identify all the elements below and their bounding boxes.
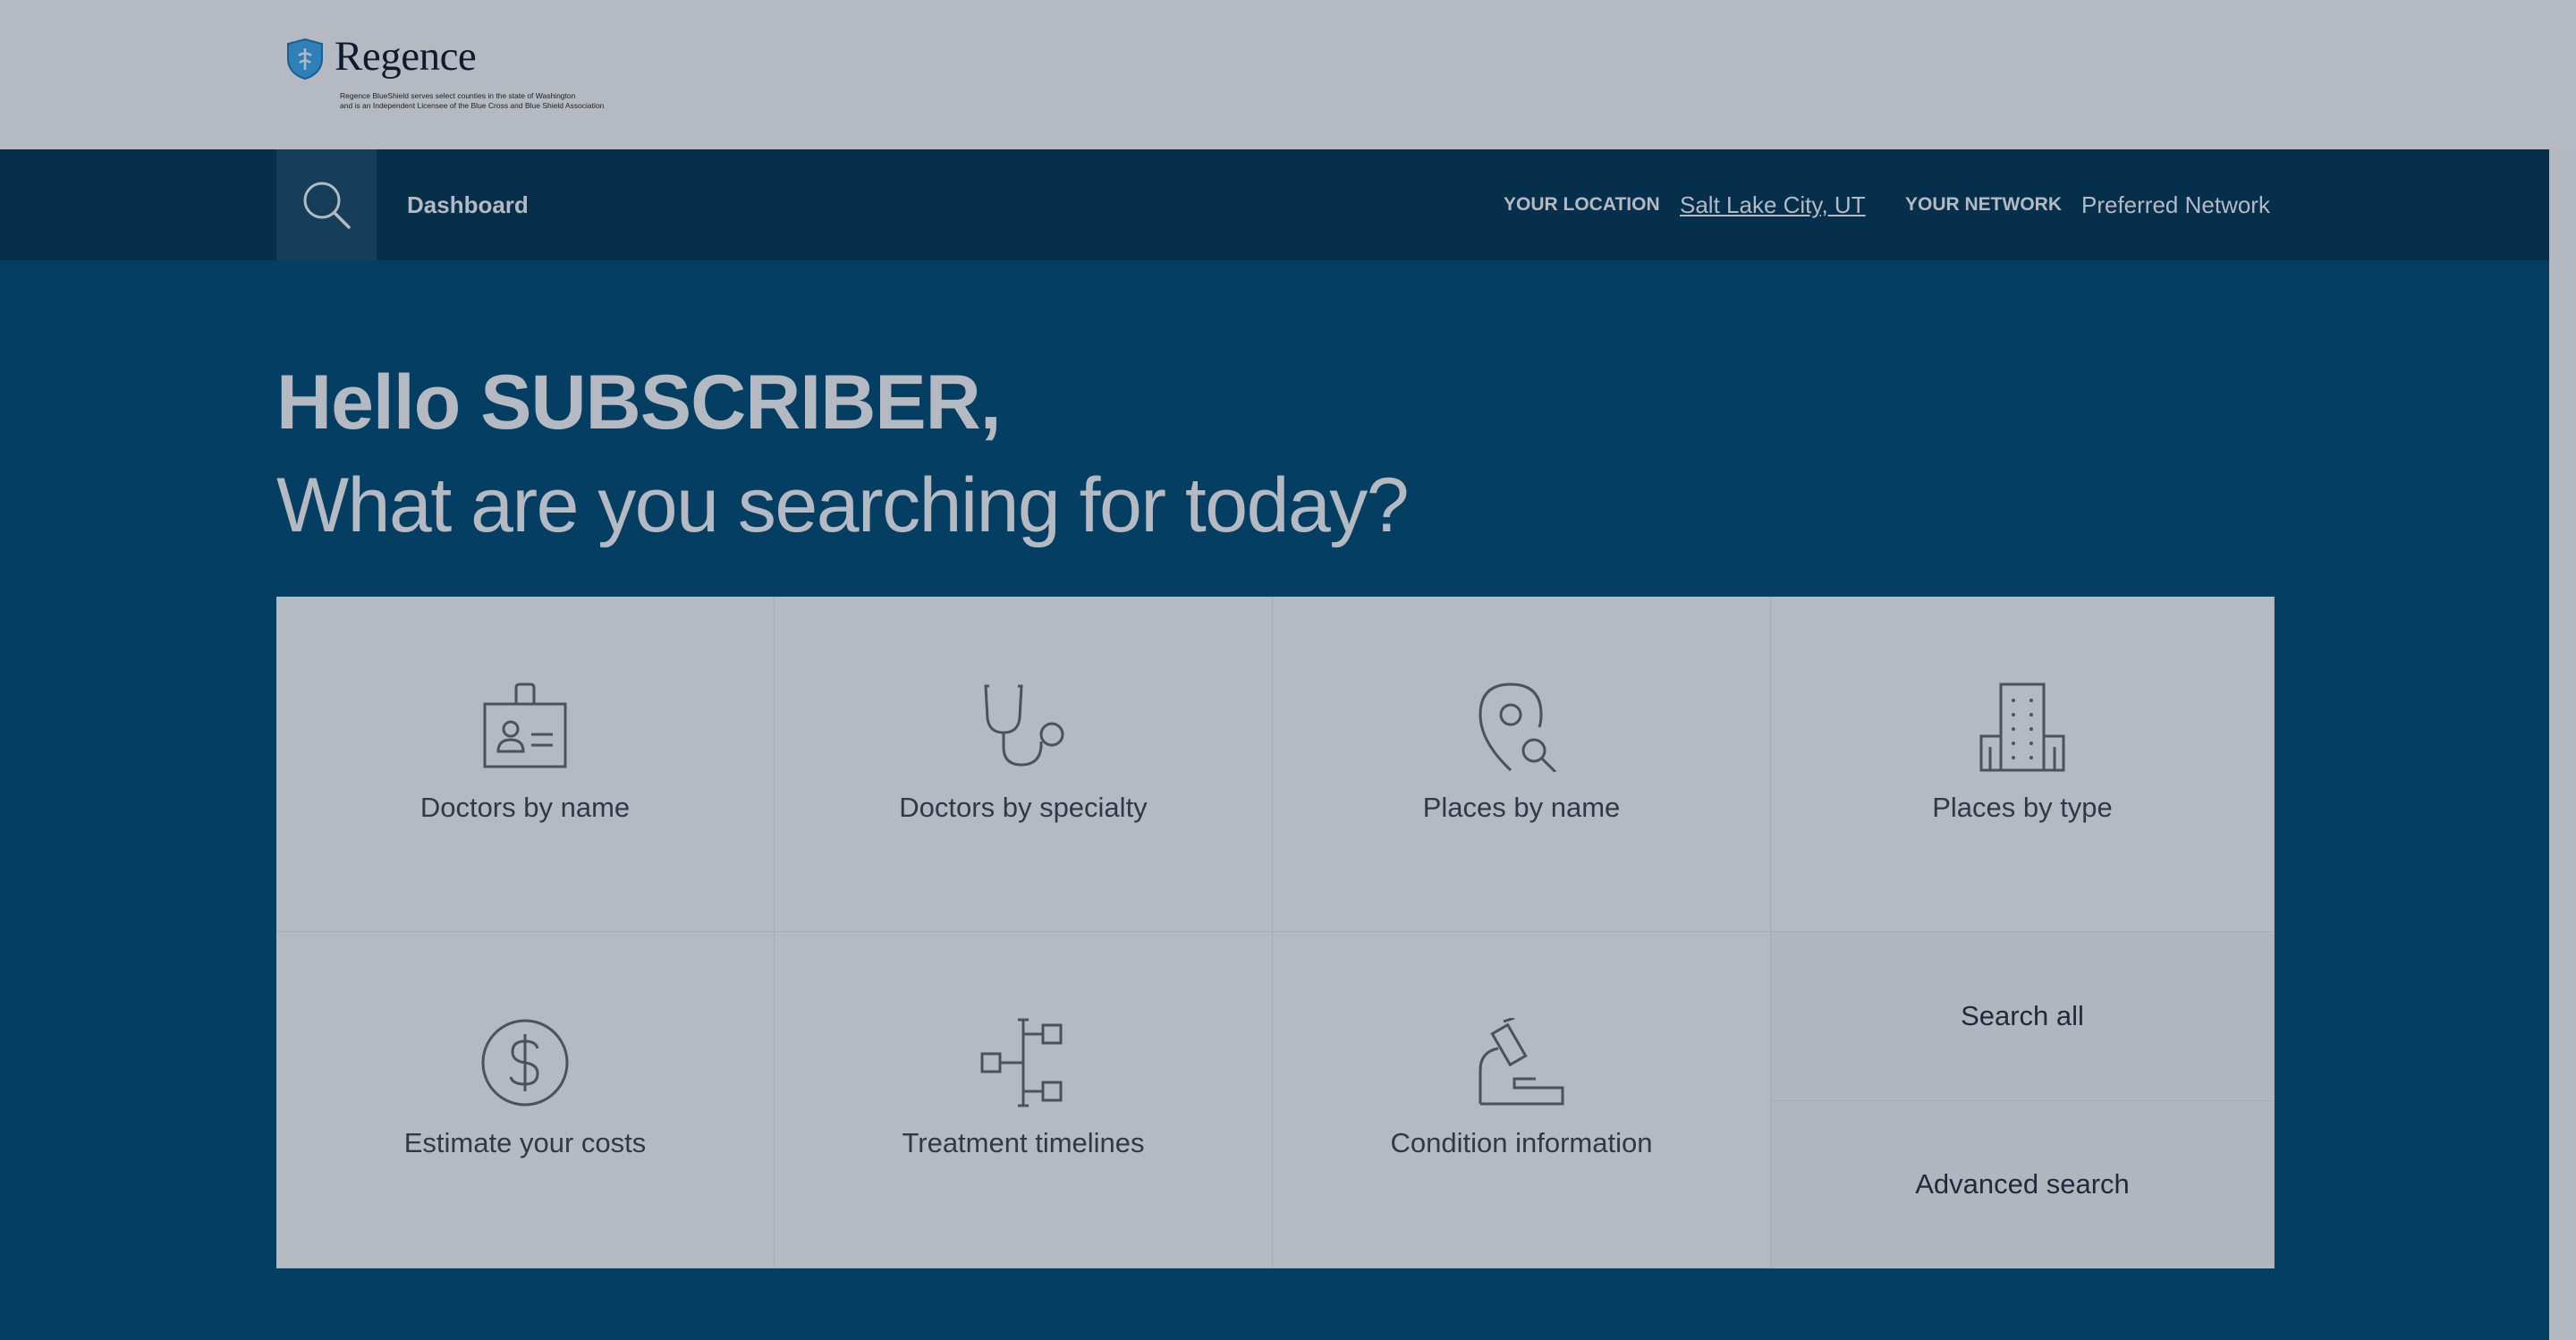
tile-estimate-costs[interactable]: Estimate your costs xyxy=(276,932,775,1268)
dashboard-link[interactable]: Dashboard xyxy=(407,149,529,260)
building-icon xyxy=(1979,683,2065,772)
greeting-heading: Hello SUBSCRIBER, xyxy=(276,360,1002,445)
tile-places-by-name[interactable]: Places by name xyxy=(1273,597,1771,932)
brand-name: Regence xyxy=(335,33,477,80)
network-label: YOUR NETWORK xyxy=(1905,194,2062,215)
tile-places-by-type[interactable]: Places by type xyxy=(1771,597,2275,932)
network-value[interactable]: Preferred Network xyxy=(2081,149,2270,260)
stethoscope-icon xyxy=(984,684,1064,767)
shield-logo-icon xyxy=(287,38,323,81)
main-content: Hello SUBSCRIBER, What are you searching… xyxy=(0,260,2549,1340)
tile-label: Places by type xyxy=(1932,792,2113,823)
microscope-icon xyxy=(1479,1018,1564,1106)
search-icon xyxy=(303,182,351,229)
page-scrollbar[interactable] xyxy=(2549,149,2576,1340)
brand-fine-print: Regence BlueShield serves select countie… xyxy=(340,91,605,110)
quick-search-links: Search all Advanced search xyxy=(1771,932,2275,1268)
tile-doctors-by-specialty[interactable]: Doctors by specialty xyxy=(775,597,1273,932)
search-options-grid: Doctors by name Doctors by specialty Pla… xyxy=(276,597,2275,1268)
search-button[interactable] xyxy=(276,149,377,260)
tile-label: Estimate your costs xyxy=(403,1127,647,1158)
tile-label: Condition information xyxy=(1390,1127,1653,1158)
location-link[interactable]: Salt Lake City, UT xyxy=(1680,149,1866,260)
location-search-icon xyxy=(1479,683,1557,772)
tile-label: Places by name xyxy=(1422,792,1621,823)
location-label: YOUR LOCATION xyxy=(1504,194,1660,215)
advanced-search-link[interactable]: Advanced search xyxy=(1771,1100,2274,1268)
id-badge-icon xyxy=(483,683,567,768)
top-navigation: Dashboard YOUR LOCATION Salt Lake City, … xyxy=(0,149,2549,260)
tile-label: Treatment timelines xyxy=(902,1127,1145,1158)
search-prompt-heading: What are you searching for today? xyxy=(276,462,1410,548)
tile-condition-information[interactable]: Condition information xyxy=(1273,932,1771,1268)
tile-treatment-timelines[interactable]: Treatment timelines xyxy=(775,932,1273,1268)
tile-label: Doctors by name xyxy=(419,792,631,823)
tile-doctors-by-name[interactable]: Doctors by name xyxy=(276,597,775,932)
dollar-icon xyxy=(481,1019,569,1107)
search-all-link[interactable]: Search all xyxy=(1771,932,2274,1101)
tile-label: Doctors by specialty xyxy=(899,792,1148,823)
timeline-icon xyxy=(980,1018,1063,1107)
header-bar: Regence Regence BlueShield serves select… xyxy=(0,0,2576,149)
